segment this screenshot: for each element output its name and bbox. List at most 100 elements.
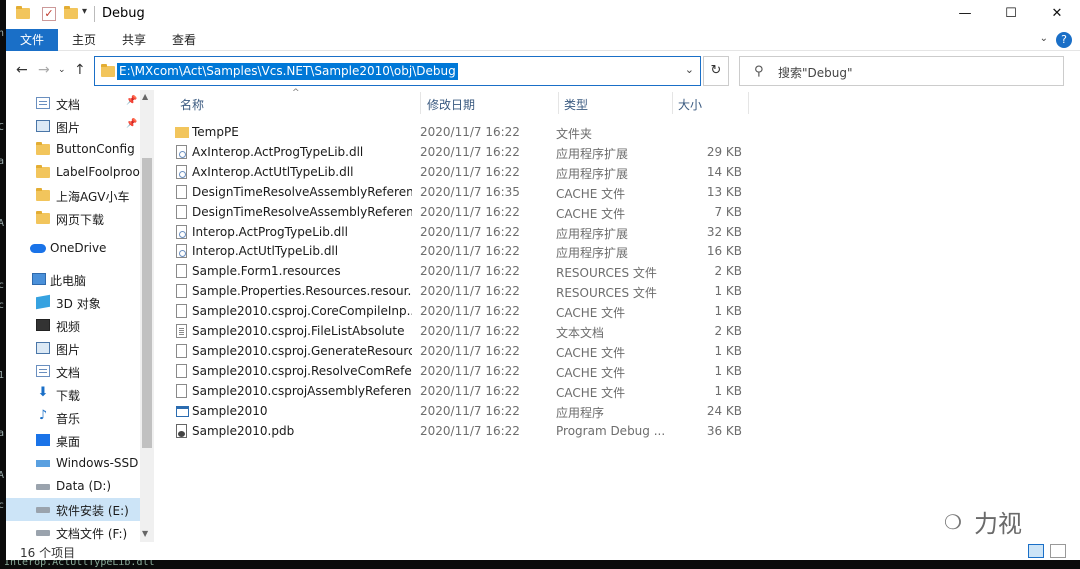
drive-icon — [36, 530, 50, 536]
sidebar-item-label: Data (D:) — [56, 479, 112, 493]
sidebar-item[interactable]: LabelFoolproo — [6, 161, 140, 184]
table-row[interactable]: TempPE 2020/11/7 16:22 文件夹 — [170, 122, 748, 142]
file-type: CACHE 文件 — [556, 385, 626, 400]
sidebar-item[interactable]: ⬇ 下载 — [6, 383, 140, 406]
column-divider[interactable] — [672, 92, 673, 114]
sidebar-item[interactable]: 此电脑 — [6, 268, 140, 291]
sidebar-item[interactable]: 上海AGV小车 — [6, 184, 140, 207]
sidebar-item[interactable]: 3D 对象 — [6, 291, 140, 314]
sidebar-item[interactable]: Data (D:) — [6, 475, 140, 498]
search-box[interactable]: ⚲ 搜索"Debug" — [739, 56, 1064, 86]
sidebar-item-label: 此电脑 — [50, 274, 87, 288]
terminal-char: C — [0, 122, 5, 133]
terminal-char: c — [0, 300, 5, 311]
table-row[interactable]: Sample2010.csproj.FileListAbsolute 2020/1… — [170, 321, 748, 341]
maximize-button[interactable]: ☐ — [988, 0, 1034, 28]
column-type[interactable]: 类型 — [564, 96, 588, 113]
tab-file[interactable]: 文件 — [6, 29, 58, 51]
table-row[interactable]: AxInterop.ActProgTypeLib.dll 2020/11/7 16… — [170, 142, 748, 162]
sidebar-item-label: Windows-SSD — [56, 456, 139, 470]
quick-access-dropdown-icon[interactable]: ▾ — [82, 6, 87, 17]
downloads-icon: ⬇ — [37, 385, 49, 400]
back-icon[interactable]: ← — [16, 62, 28, 78]
table-row[interactable]: Sample2010.csprojAssemblyReferen... 2020/… — [170, 381, 748, 401]
sidebar-item[interactable]: OneDrive — [6, 237, 140, 260]
background-terminal-text: Interop.ActUtlTypeLib.dll — [0, 560, 1080, 569]
properties-icon[interactable]: ✓ — [42, 7, 56, 21]
expand-ribbon-icon[interactable]: ⌄ — [1040, 33, 1048, 44]
table-row[interactable]: DesignTimeResolveAssemblyReferen... 2020/… — [170, 182, 748, 202]
column-divider[interactable] — [420, 92, 421, 114]
sidebar-item[interactable]: 文档 — [6, 360, 140, 383]
column-date[interactable]: 修改日期 — [427, 96, 475, 113]
nav-scrollbar[interactable]: ▲ ▼ — [140, 90, 154, 542]
scroll-up-icon[interactable]: ▲ — [142, 92, 148, 101]
sidebar-item[interactable]: 网页下载 — [6, 207, 140, 230]
column-name[interactable]: 名称 — [180, 96, 204, 113]
column-divider[interactable] — [558, 92, 559, 114]
file-date: 2020/11/7 16:22 — [420, 284, 520, 299]
up-icon[interactable]: ↑ — [74, 62, 86, 78]
table-row[interactable]: Sample2010.csproj.ResolveComRefe... 2020/… — [170, 361, 748, 381]
tab-view[interactable]: 查看 — [164, 29, 204, 51]
address-path[interactable]: E:\MXcom\Act\Samples\Vcs.NET\Sample2010\… — [117, 63, 458, 80]
file-type: CACHE 文件 — [556, 306, 626, 321]
sidebar-item[interactable]: 文档 📌 — [6, 92, 140, 115]
column-size[interactable]: 大小 — [678, 96, 702, 113]
file-size: 1 KB — [714, 383, 742, 398]
file-size: 14 KB — [706, 164, 742, 179]
sidebar-item[interactable]: 桌面 — [6, 429, 140, 452]
table-row[interactable]: Interop.ActProgTypeLib.dll 2020/11/7 16:2… — [170, 222, 748, 242]
tab-home[interactable]: 主页 — [64, 29, 104, 51]
folder-icon — [36, 211, 50, 224]
nav-scroll-thumb[interactable] — [142, 158, 152, 448]
sidebar-item[interactable]: ♪ 音乐 — [6, 406, 140, 429]
sidebar-item[interactable]: Windows-SSD — [6, 452, 140, 475]
file-date: 2020/11/7 16:22 — [420, 423, 520, 438]
sidebar-item[interactable]: 软件安装 (E:) — [6, 498, 140, 521]
table-row[interactable]: Sample.Form1.resources 2020/11/7 16:22 RES… — [170, 261, 748, 281]
file-size: 1 KB — [714, 363, 742, 378]
table-row[interactable]: Sample2010.csproj.GenerateResourc... 2020… — [170, 341, 748, 361]
file-type: 文本文档 — [556, 326, 605, 340]
search-input[interactable]: 搜索"Debug" — [778, 64, 853, 81]
table-row[interactable]: DesignTimeResolveAssemblyReferen... 2020/… — [170, 202, 748, 222]
desktop-icon — [36, 434, 50, 446]
sidebar-item-label: ButtonConfig — [56, 142, 135, 156]
navigation-pane: 文档 📌 图片 📌 ButtonConfig LabelFoolproo 上海AGV小车网页… — [6, 90, 154, 542]
details-view-icon[interactable] — [1028, 544, 1044, 558]
column-divider[interactable] — [748, 92, 749, 114]
sidebar-item[interactable]: 文档文件 (F:) — [6, 521, 140, 544]
minimize-button[interactable]: — — [942, 0, 988, 28]
sidebar-item-label: 桌面 — [56, 435, 81, 449]
table-row[interactable]: Sample.Properties.Resources.resour... 202… — [170, 281, 748, 301]
item-count: 16 个项目 — [20, 546, 76, 560]
sidebar-item[interactable]: 图片 📌 — [6, 115, 140, 138]
status-bar: 16 个项目 — [6, 542, 1080, 560]
table-row[interactable]: AxInterop.ActUtlTypeLib.dll 2020/11/7 16:… — [170, 162, 748, 182]
sidebar-item[interactable]: 图片 — [6, 337, 140, 360]
dll-file-icon — [176, 144, 187, 159]
refresh-button[interactable]: ↻ — [703, 56, 729, 86]
scroll-down-icon[interactable]: ▼ — [142, 529, 148, 538]
forward-icon[interactable]: → — [38, 62, 50, 78]
recent-locations-icon[interactable]: ⌄ — [58, 65, 66, 75]
large-icons-view-icon[interactable] — [1050, 544, 1066, 558]
sidebar-item-label: 上海AGV小车 — [56, 190, 130, 204]
folder-icon — [36, 142, 50, 155]
terminal-char: c — [0, 500, 5, 511]
sidebar-item[interactable]: 视频 — [6, 314, 140, 337]
close-button[interactable]: ✕ — [1034, 0, 1080, 28]
tab-share[interactable]: 共享 — [114, 29, 154, 51]
address-bar[interactable]: E:\MXcom\Act\Samples\Vcs.NET\Sample2010\… — [94, 56, 701, 86]
file-name: TempPE — [192, 125, 239, 139]
help-icon[interactable]: ? — [1056, 32, 1072, 48]
table-row[interactable]: Sample2010.csproj.CoreCompileInp... 2020/… — [170, 301, 748, 321]
address-dropdown-icon[interactable]: ⌄ — [685, 63, 694, 76]
table-row[interactable]: Interop.ActUtlTypeLib.dll 2020/11/7 16:22… — [170, 241, 748, 261]
file-explorer-window: ✓ ▾ Debug — ☐ ✕ 文件 主页 共享 查看 ⌄ ? ← → ⌄ ↑ … — [6, 0, 1080, 569]
new-folder-icon[interactable] — [64, 6, 78, 19]
sidebar-item[interactable]: ButtonConfig — [6, 138, 140, 161]
table-row[interactable]: Sample2010.pdb 2020/11/7 16:22 Program Deb… — [170, 421, 748, 441]
table-row[interactable]: Sample2010 2020/11/7 16:22 应用程序 24 KB — [170, 401, 748, 421]
